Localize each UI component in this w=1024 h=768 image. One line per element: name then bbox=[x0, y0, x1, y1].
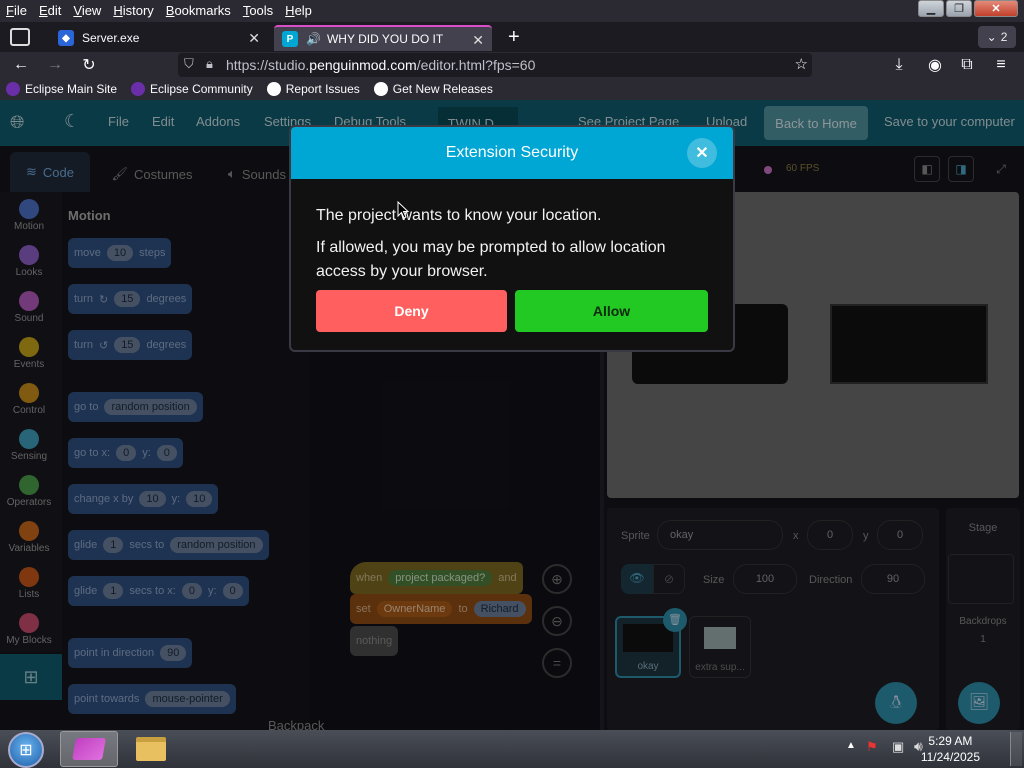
action-center-icon[interactable]: ⚑ bbox=[866, 739, 878, 755]
eclipse-icon bbox=[131, 82, 146, 96]
start-button[interactable]: ⊞ bbox=[8, 732, 44, 768]
lock-icon[interactable]: 🔒︎ bbox=[206, 56, 213, 72]
extensions-icon[interactable]: ⧉ bbox=[956, 54, 978, 76]
modal-message-secondary: If allowed, you may be prompted to allow… bbox=[316, 239, 666, 280]
minimize-button[interactable]: ▁ bbox=[918, 0, 944, 17]
modal-title: Extension Security bbox=[445, 144, 579, 161]
menu-edit[interactable]: Edit bbox=[33, 0, 67, 22]
close-tab-icon[interactable]: ✕ bbox=[248, 30, 260, 47]
url-bar[interactable]: ⛉ 🔒︎ https://studio. penguinmod.com/edito… bbox=[178, 53, 812, 77]
menu-tools[interactable]: Tools bbox=[237, 0, 279, 22]
menu-history[interactable]: History bbox=[107, 0, 159, 22]
bookmark-report-issues[interactable]: Report Issues bbox=[266, 82, 360, 96]
taskbar-explorer[interactable] bbox=[122, 731, 180, 767]
mouse-cursor-icon bbox=[397, 201, 409, 219]
menu-bookmarks[interactable]: Bookmarks bbox=[160, 0, 237, 22]
maximize-button[interactable]: ❐ bbox=[946, 0, 972, 17]
github-icon bbox=[373, 82, 388, 96]
tab-title: Server.exe bbox=[82, 31, 140, 45]
browser-menubar: File Edit View History Bookmarks Tools H… bbox=[0, 0, 1024, 22]
menu-file[interactable]: File bbox=[0, 0, 33, 22]
network-icon[interactable]: ▣ bbox=[892, 739, 904, 755]
close-window-button[interactable]: ✕ bbox=[974, 0, 1018, 17]
account-icon[interactable]: ◉ bbox=[924, 54, 946, 76]
tab-why-did-you-do-it[interactable]: P 🔊 WHY DID YOU DO IT ✕ bbox=[274, 25, 492, 51]
windows-taskbar: ⊞ ▲ ⚑ ▣ 🔊︎ 5:29 AM 11/24/2025 bbox=[0, 730, 1024, 768]
modal-message-primary: The project wants to know your location. bbox=[316, 207, 602, 224]
close-icon: ✕ bbox=[695, 145, 709, 162]
modal-header: Extension Security ✕ bbox=[291, 127, 733, 179]
chevron-down-icon: ⌄ bbox=[986, 30, 997, 44]
shield-icon[interactable]: ⛉ bbox=[184, 56, 194, 72]
extension-security-modal: Extension Security ✕ The project wants t… bbox=[289, 125, 735, 352]
show-desktop-button[interactable] bbox=[1010, 732, 1022, 766]
bookmark-eclipse-main[interactable]: Eclipse Main Site bbox=[6, 82, 117, 96]
bookmark-star-icon[interactable]: ☆ bbox=[795, 55, 808, 73]
bookmarks-toolbar: Eclipse Main Site Eclipse Community Repo… bbox=[0, 78, 1024, 100]
folder-icon bbox=[136, 737, 166, 761]
bookmark-get-new-releases[interactable]: Get New Releases bbox=[373, 82, 493, 96]
close-modal-button[interactable]: ✕ bbox=[687, 138, 717, 168]
close-tab-icon[interactable]: ✕ bbox=[472, 32, 484, 49]
back-icon[interactable]: ← bbox=[10, 54, 32, 76]
speaker-icon[interactable]: 🔊 bbox=[306, 32, 321, 46]
forward-icon[interactable]: → bbox=[44, 54, 66, 76]
menu-help[interactable]: Help bbox=[279, 0, 318, 22]
tab-overview-icon[interactable] bbox=[10, 28, 30, 46]
reload-icon[interactable]: ↻ bbox=[78, 54, 100, 76]
deny-button[interactable]: Deny bbox=[316, 290, 507, 332]
new-tab-button[interactable]: + bbox=[508, 26, 520, 49]
navigation-bar: ← → ↻ ⛉ 🔒︎ https://studio. penguinmod.com… bbox=[0, 52, 1024, 78]
menu-view[interactable]: View bbox=[67, 0, 107, 22]
show-hidden-icons[interactable]: ▲ bbox=[846, 740, 856, 751]
bookmark-eclipse-community[interactable]: Eclipse Community bbox=[131, 82, 253, 96]
system-clock[interactable]: 5:29 AM 11/24/2025 bbox=[921, 733, 980, 765]
taskbar-browser[interactable] bbox=[60, 731, 118, 767]
tab-server[interactable]: ◆ Server.exe ✕ bbox=[50, 25, 268, 51]
windows-logo-icon: ⊞ bbox=[19, 742, 33, 759]
tab-title: WHY DID YOU DO IT bbox=[326, 32, 444, 46]
allow-button[interactable]: Allow bbox=[515, 290, 708, 332]
github-icon bbox=[266, 82, 281, 96]
window-controls: ▁ ❐ ✕ bbox=[918, 0, 1018, 17]
penguinmod-icon: P bbox=[282, 31, 298, 47]
dropbox-icon: ◆ bbox=[58, 30, 74, 46]
browser-app-icon bbox=[72, 738, 106, 760]
menu-icon[interactable]: ≡ bbox=[990, 54, 1012, 76]
downloads-icon[interactable]: ⤓ bbox=[888, 54, 910, 76]
list-all-tabs-button[interactable]: ⌄ 2 bbox=[978, 26, 1016, 48]
tab-bar: ◆ Server.exe ✕ P 🔊 WHY DID YOU DO IT ✕ +… bbox=[0, 22, 1024, 52]
eclipse-icon bbox=[6, 82, 20, 96]
